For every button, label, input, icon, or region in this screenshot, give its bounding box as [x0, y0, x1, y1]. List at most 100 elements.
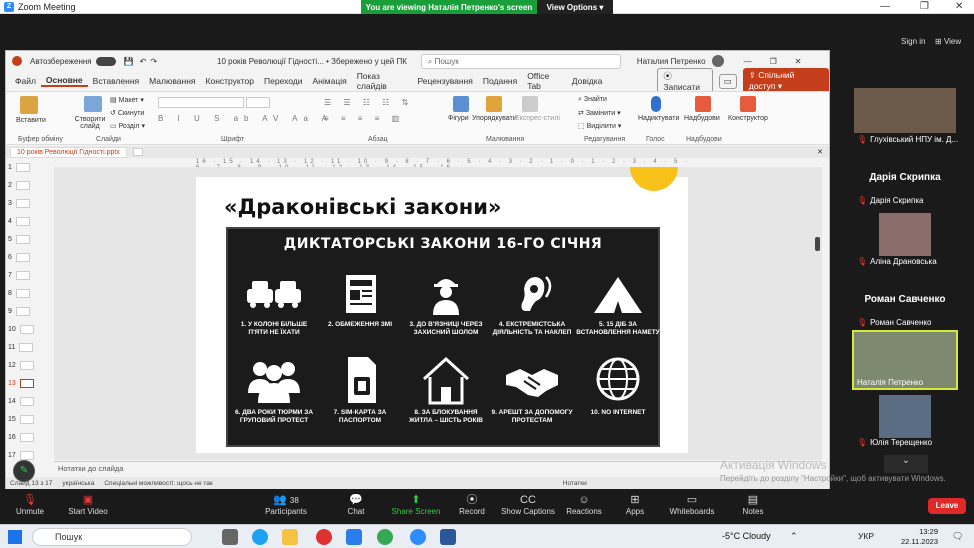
close-tab-icon[interactable]: ✕ [817, 148, 823, 156]
close-icon[interactable]: ✕ [955, 1, 963, 12]
task-view-icon[interactable] [222, 529, 238, 545]
undo-icon[interactable]: ↶ [140, 57, 147, 66]
new-slide-button[interactable]: Створити слайд [74, 116, 106, 130]
slide-thumbnail[interactable]: 17 [8, 449, 34, 461]
tray-chevron-icon[interactable]: ⌃ [790, 531, 798, 542]
slide-thumbnail[interactable]: 6 [8, 251, 30, 263]
slide-thumbnail[interactable]: 4 [8, 215, 30, 227]
mail-icon[interactable] [346, 529, 362, 545]
notes-button[interactable]: Нотатки [563, 480, 587, 487]
dictate-button[interactable]: Надиктувати [638, 115, 679, 122]
language-label[interactable]: українська [62, 480, 94, 487]
weather-widget[interactable]: -5°C Cloudy [722, 531, 771, 541]
share-screen-button[interactable]: ⬆ Share Screen [386, 493, 446, 516]
unmute-button[interactable]: 🎙 Unmute [0, 493, 60, 516]
section-button[interactable]: ▭ Розділ ▾ [110, 122, 145, 130]
font-size-select[interactable] [246, 97, 270, 108]
comments-icon[interactable]: ▭ [718, 73, 737, 89]
arrange-icon[interactable] [486, 96, 502, 112]
search-input[interactable]: ⌕ Пошук [420, 53, 621, 69]
slide-thumbnail[interactable]: 14 [8, 395, 34, 407]
tab-home[interactable]: Основне [40, 75, 88, 87]
tab-transitions[interactable]: Переходи [259, 76, 308, 86]
addins-button[interactable]: Надбудови [684, 115, 720, 122]
scrollbar-thumb[interactable] [815, 237, 820, 251]
paragraph-buttons[interactable]: ☰ ☰ ☷ ☷ ⇅ [324, 98, 413, 107]
layout-button[interactable]: ▤ Макет ▾ [110, 96, 144, 104]
apps-button[interactable]: ⊞ Apps [605, 493, 665, 516]
styles-button[interactable]: Експрес-стилі [515, 115, 560, 122]
slide-thumbnail[interactable]: 16 [8, 431, 34, 443]
slide-thumbnail[interactable]: 7 [8, 269, 30, 281]
notes-pane[interactable]: Нотатки до слайда [54, 461, 822, 475]
select-button[interactable]: ⬚ Виділити ▾ [578, 122, 621, 130]
tab-design[interactable]: Конструктор [201, 76, 259, 86]
start-video-button[interactable]: ▣ Start Video [58, 493, 118, 516]
redo-icon[interactable]: ↷ [150, 57, 157, 66]
close-icon[interactable]: ✕ [795, 57, 802, 66]
avatar[interactable] [711, 55, 724, 67]
font-family-select[interactable] [158, 97, 244, 108]
shapes-icon[interactable] [453, 96, 469, 112]
opera-icon[interactable] [316, 529, 332, 545]
tab-help[interactable]: Довідка [567, 76, 608, 86]
tab-draw[interactable]: Малювання [144, 76, 200, 86]
paste-icon[interactable] [20, 96, 38, 114]
edge-icon[interactable] [252, 529, 268, 545]
sign-in-link[interactable]: Sign in [901, 37, 925, 46]
tab-view[interactable]: Подання [478, 76, 522, 86]
slide-thumbnail[interactable]: 9 [8, 305, 30, 317]
whiteboards-button[interactable]: ▭ Whiteboards [662, 493, 722, 516]
slide-thumbnail[interactable]: 2 [8, 179, 30, 191]
slide-thumbnail[interactable]: 11 [8, 341, 34, 353]
tab-animations[interactable]: Анімація [308, 76, 352, 86]
autosave-toggle[interactable] [95, 56, 116, 66]
designer-button[interactable]: Конструктор [728, 115, 768, 122]
slide-thumbnail[interactable]: 15 [8, 413, 34, 425]
new-slide-icon[interactable] [84, 96, 102, 112]
captions-button[interactable]: CC Show Captions [498, 493, 558, 516]
participants-button[interactable]: 👥 38 Participants [256, 493, 316, 516]
slide-thumbnail[interactable]: 5 [8, 233, 30, 245]
view-options-button[interactable]: View Options ▾ [537, 0, 613, 14]
slide-thumbnail[interactable]: 13 [8, 377, 34, 389]
document-tab[interactable]: 10 років Революції Гідності.pptx [10, 146, 127, 158]
tab-review[interactable]: Рецензування [412, 76, 477, 86]
leave-button[interactable]: Leave [928, 498, 966, 514]
slide-thumbnail[interactable]: 1 [8, 161, 30, 173]
language-indicator[interactable]: УКР [858, 531, 874, 541]
slide-thumbnail[interactable]: 10 [8, 323, 34, 335]
align-buttons[interactable]: ≡ ≡ ≡ ≡ ▥ [324, 114, 404, 123]
tab-file[interactable]: Файл [10, 76, 41, 86]
view-button[interactable]: ⊞ View [935, 37, 961, 46]
tab-office[interactable]: Office Tab [522, 71, 567, 91]
taskbar-search[interactable]: Пошук [32, 528, 192, 546]
minimize-icon[interactable]: — [744, 57, 752, 66]
record-button[interactable]: ⦿ Record [442, 493, 502, 516]
tab-insert[interactable]: Вставлення [88, 76, 144, 86]
word-icon[interactable] [440, 529, 456, 545]
chat-button[interactable]: 💬 Chat [326, 493, 386, 516]
windows-start-icon[interactable] [8, 530, 22, 544]
slide-thumbnail[interactable]: 3 [8, 197, 30, 209]
maximize-icon[interactable]: ❐ [920, 1, 929, 12]
save-icon[interactable]: 💾 [124, 57, 134, 66]
addins-icon[interactable] [695, 96, 711, 112]
font-format-buttons[interactable]: B I U S ab AV Aa A [158, 114, 333, 123]
accessibility-label[interactable]: Спеціальні можливості: щось не так [104, 480, 212, 487]
clock[interactable]: 13:29 22.11.2023 [896, 527, 938, 547]
slide-thumbnail[interactable]: 12 [8, 359, 34, 371]
chevron-down-icon[interactable]: ⌄ [884, 455, 928, 473]
notes-button[interactable]: ▤ Notes [723, 493, 783, 516]
designer-icon[interactable] [740, 96, 756, 112]
reset-button[interactable]: ↺ Скинути [110, 109, 144, 117]
annotate-pen-icon[interactable]: ✎ [13, 460, 35, 482]
slide-thumbnail[interactable]: 8 [8, 287, 30, 299]
minimize-icon[interactable]: — [880, 1, 890, 12]
tab-slideshow[interactable]: Показ слайдів [352, 71, 413, 91]
arrange-button[interactable]: Упорядкувати [472, 115, 517, 122]
replace-button[interactable]: ⇄ Замінити ▾ [578, 109, 621, 117]
new-tab-icon[interactable] [132, 148, 143, 156]
chrome-icon[interactable] [377, 529, 393, 545]
zoom-icon[interactable] [410, 529, 426, 545]
